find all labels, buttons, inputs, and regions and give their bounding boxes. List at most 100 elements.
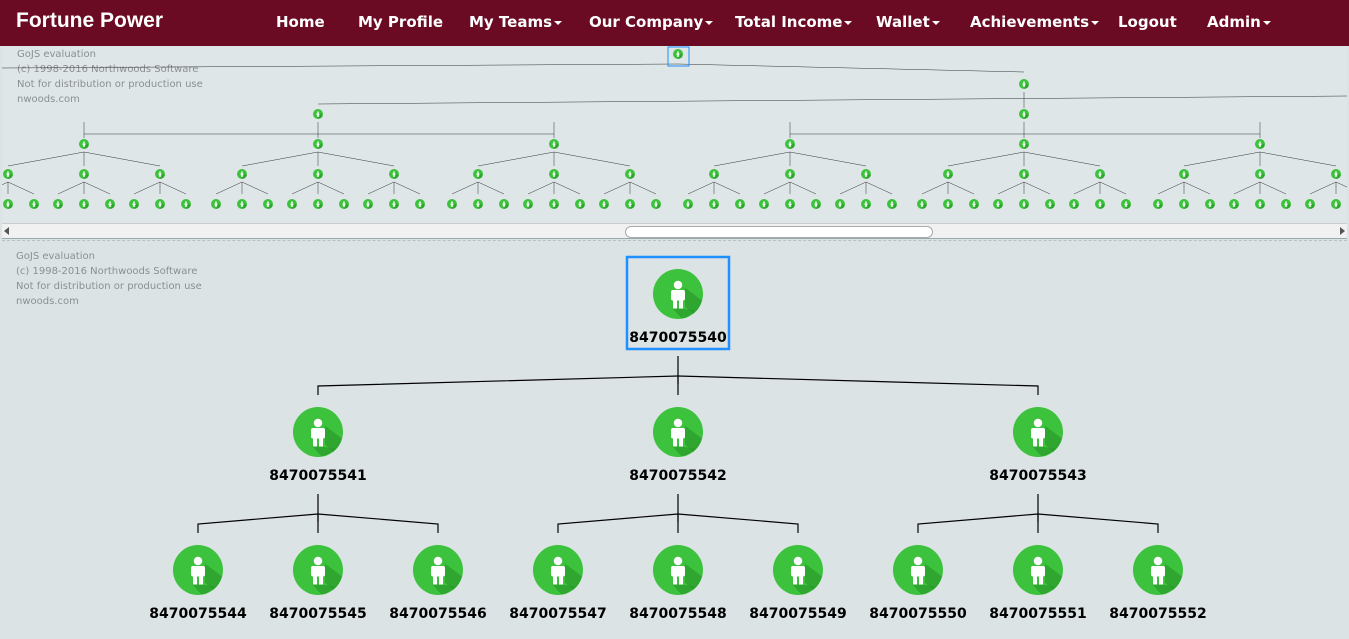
overview-node[interactable] (861, 169, 871, 179)
tree-node[interactable] (653, 545, 703, 595)
overview-node[interactable] (129, 199, 139, 209)
overview-node[interactable] (993, 199, 1003, 209)
tree-node[interactable] (653, 407, 703, 457)
overview-node[interactable] (263, 199, 273, 209)
overview-node[interactable] (1019, 139, 1029, 149)
overview-node[interactable] (1179, 199, 1189, 209)
overview-node[interactable] (389, 199, 399, 209)
overview-node[interactable] (1281, 199, 1291, 209)
overview-node[interactable] (363, 199, 373, 209)
overview-node[interactable] (287, 199, 297, 209)
overview-node[interactable] (549, 199, 559, 209)
overview-node[interactable] (1019, 109, 1029, 119)
diagram-overview[interactable]: GoJS evaluation (c) 1998-2016 Northwoods… (2, 46, 1347, 239)
scroll-right-icon[interactable] (1340, 227, 1345, 235)
overview-node[interactable] (1045, 199, 1055, 209)
overview-node[interactable] (1019, 169, 1029, 179)
nav-home[interactable]: Home (276, 13, 325, 31)
brand-logo[interactable]: Fortune Power (16, 9, 163, 33)
overview-node[interactable] (181, 199, 191, 209)
overview-node[interactable] (29, 199, 39, 209)
tree-node-root[interactable] (653, 269, 703, 319)
overview-node[interactable] (339, 199, 349, 209)
overview-node[interactable] (79, 169, 89, 179)
overview-node[interactable] (735, 199, 745, 209)
overview-node[interactable] (1019, 79, 1029, 89)
main-diagram[interactable]: GoJS evaluation (c) 1998-2016 Northwoods… (2, 240, 1347, 639)
overview-node[interactable] (1179, 169, 1189, 179)
overview-node[interactable] (1069, 199, 1079, 209)
nav-logout[interactable]: Logout (1118, 13, 1177, 31)
overview-node[interactable] (625, 169, 635, 179)
overview-node[interactable] (625, 199, 635, 209)
nav-admin[interactable]: Admin (1207, 13, 1271, 31)
overview-node[interactable] (683, 199, 693, 209)
overview-node[interactable] (473, 169, 483, 179)
overview-node[interactable] (1305, 199, 1315, 209)
overview-node[interactable] (943, 199, 953, 209)
overview-node[interactable] (709, 199, 719, 209)
overview-node[interactable] (473, 199, 483, 209)
overview-node[interactable] (53, 199, 63, 209)
scroll-left-icon[interactable] (4, 227, 9, 235)
overview-node[interactable] (785, 169, 795, 179)
overview-node[interactable] (549, 169, 559, 179)
overview-node[interactable] (835, 199, 845, 209)
overview-node[interactable] (1121, 199, 1131, 209)
overview-node[interactable] (943, 169, 953, 179)
overview-node[interactable] (1255, 169, 1265, 179)
overview-node[interactable] (1019, 199, 1029, 209)
tree-node[interactable] (293, 407, 343, 457)
overview-node[interactable] (1255, 199, 1265, 209)
overview-node[interactable] (237, 169, 247, 179)
tree-node[interactable] (293, 545, 343, 595)
overview-node[interactable] (313, 169, 323, 179)
overview-node[interactable] (415, 199, 425, 209)
tree-diagram[interactable]: 8470075540 8470075541 8470075542 8470075543… (2, 241, 1347, 639)
overview-node[interactable] (447, 199, 457, 209)
overview-node[interactable] (155, 169, 165, 179)
tree-node[interactable] (1133, 545, 1183, 595)
overview-node[interactable] (1229, 199, 1239, 209)
nav-wallet[interactable]: Wallet (876, 13, 940, 31)
overview-node[interactable] (1153, 199, 1163, 209)
nav-my-profile[interactable]: My Profile (358, 13, 443, 31)
overview-node[interactable] (105, 199, 115, 209)
overview-node[interactable] (79, 139, 89, 149)
tree-node[interactable] (1013, 545, 1063, 595)
overview-node[interactable] (389, 169, 399, 179)
overview-node[interactable] (785, 199, 795, 209)
tree-node[interactable] (413, 545, 463, 595)
overview-node[interactable] (917, 199, 927, 209)
overview-node[interactable] (861, 199, 871, 209)
overview-node[interactable] (3, 169, 13, 179)
tree-node[interactable] (533, 545, 583, 595)
overview-node[interactable] (887, 199, 897, 209)
overview-node[interactable] (499, 199, 509, 209)
overview-node[interactable] (3, 199, 13, 209)
overview-node[interactable] (673, 49, 683, 59)
overview-tree[interactable] (2, 46, 1347, 224)
overview-node[interactable] (575, 199, 585, 209)
scrollbar-thumb[interactable] (625, 226, 933, 238)
overview-node[interactable] (599, 199, 609, 209)
overview-node[interactable] (523, 199, 533, 209)
overview-node[interactable] (759, 199, 769, 209)
overview-node[interactable] (1095, 169, 1105, 179)
overview-node[interactable] (211, 199, 221, 209)
overview-node[interactable] (313, 109, 323, 119)
overview-node[interactable] (1095, 199, 1105, 209)
overview-node[interactable] (651, 199, 661, 209)
tree-node[interactable] (173, 545, 223, 595)
overview-node[interactable] (1331, 169, 1341, 179)
overview-node[interactable] (79, 199, 89, 209)
overview-node[interactable] (1205, 199, 1215, 209)
overview-node[interactable] (1255, 139, 1265, 149)
overview-node[interactable] (811, 199, 821, 209)
nav-my-teams[interactable]: My Teams (469, 13, 563, 31)
tree-node[interactable] (773, 545, 823, 595)
overview-node[interactable] (785, 139, 795, 149)
overview-node[interactable] (709, 169, 719, 179)
overview-node[interactable] (155, 199, 165, 209)
overview-node[interactable] (313, 199, 323, 209)
